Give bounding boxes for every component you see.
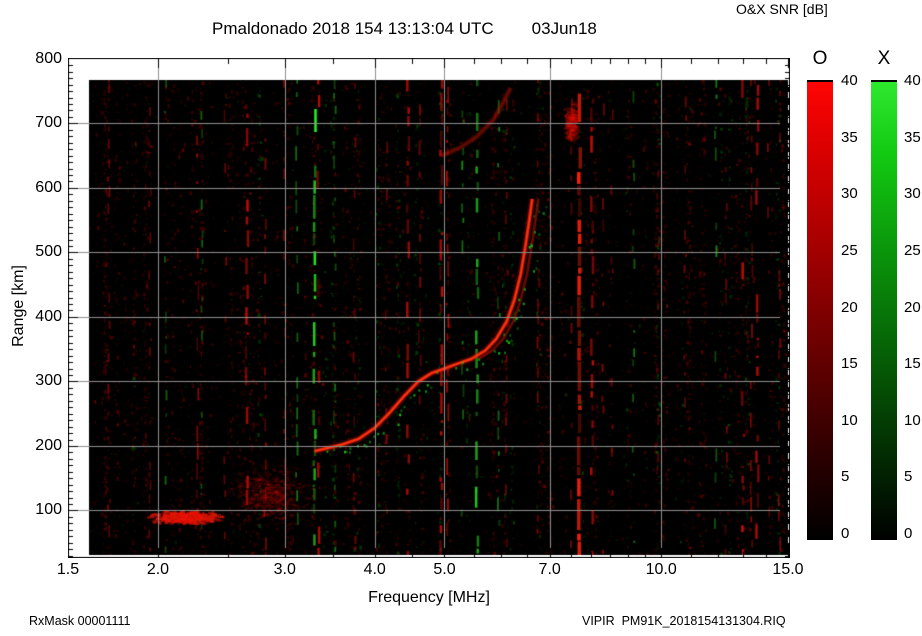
- colorbar-tick-label: 15: [904, 355, 921, 372]
- colorbar-tick-label: 20: [904, 299, 921, 316]
- y-axis-title: Range [km]: [10, 265, 28, 347]
- y-tick-label: 500: [18, 243, 62, 261]
- ionogram-canvas: [68, 58, 790, 558]
- y-tick-label: 100: [18, 501, 62, 519]
- x-tick-label: 15.0: [772, 561, 803, 579]
- x-mode-colorbar: [871, 80, 897, 540]
- colorbar-title: O&X SNR [dB]: [736, 1, 828, 17]
- rxmask-label: RxMask 00001111: [29, 614, 130, 628]
- colorbar-tick-label: 15: [841, 355, 858, 372]
- y-tick-label: 800: [18, 50, 62, 68]
- colorbar-tick-label: 0: [841, 525, 849, 542]
- colorbar-tick-label: 10: [841, 412, 858, 429]
- o-mode-colorbar-header: O: [807, 48, 833, 70]
- x-tick-label: 1.5: [57, 561, 79, 579]
- x-mode-colorbar-header: X: [871, 48, 897, 70]
- x-tick-label: 10.0: [646, 561, 677, 579]
- y-tick-label: 700: [18, 114, 62, 132]
- colorbar-tick-label: 40: [904, 72, 921, 89]
- colorbar-tick-label: 5: [841, 468, 849, 485]
- x-tick-label: 3.0: [274, 561, 296, 579]
- date-label: 03Jun18: [532, 19, 597, 38]
- colorbar-tick-label: 40: [841, 72, 858, 89]
- x-tick-label: 4.0: [364, 561, 386, 579]
- x-tick-label: 2.0: [147, 561, 169, 579]
- colorbar-tick-label: 35: [841, 129, 858, 146]
- o-mode-colorbar: [807, 80, 833, 540]
- source-file-label: VIPIR PM91K_2018154131304.RIQ: [582, 614, 786, 628]
- colorbar-tick-label: 35: [904, 129, 921, 146]
- colorbar-tick-label: 0: [904, 525, 912, 542]
- colorbar-tick-label: 25: [904, 242, 921, 259]
- plot-title: Pmaldonado 2018 154 13:13:04 UTC 03Jun18: [212, 19, 597, 39]
- y-tick-label: 300: [18, 372, 62, 390]
- y-tick-label: 400: [18, 308, 62, 326]
- colorbar-tick-label: 30: [841, 185, 858, 202]
- colorbar-tick-label: 30: [904, 185, 921, 202]
- colorbar-tick-label: 25: [841, 242, 858, 259]
- x-axis-title: Frequency [MHz]: [368, 589, 490, 607]
- colorbar-tick-label: 20: [841, 299, 858, 316]
- colorbar-tick-label: 5: [904, 468, 912, 485]
- y-tick-label: 600: [18, 179, 62, 197]
- x-tick-label: 7.0: [539, 561, 561, 579]
- ionogram-figure: Pmaldonado 2018 154 13:13:04 UTC03Jun18 …: [0, 0, 922, 636]
- colorbar-tick-label: 10: [904, 412, 921, 429]
- station-time-label: Pmaldonado 2018 154 13:13:04 UTC: [212, 19, 494, 38]
- y-tick-label: 200: [18, 437, 62, 455]
- x-tick-label: 5.0: [433, 561, 455, 579]
